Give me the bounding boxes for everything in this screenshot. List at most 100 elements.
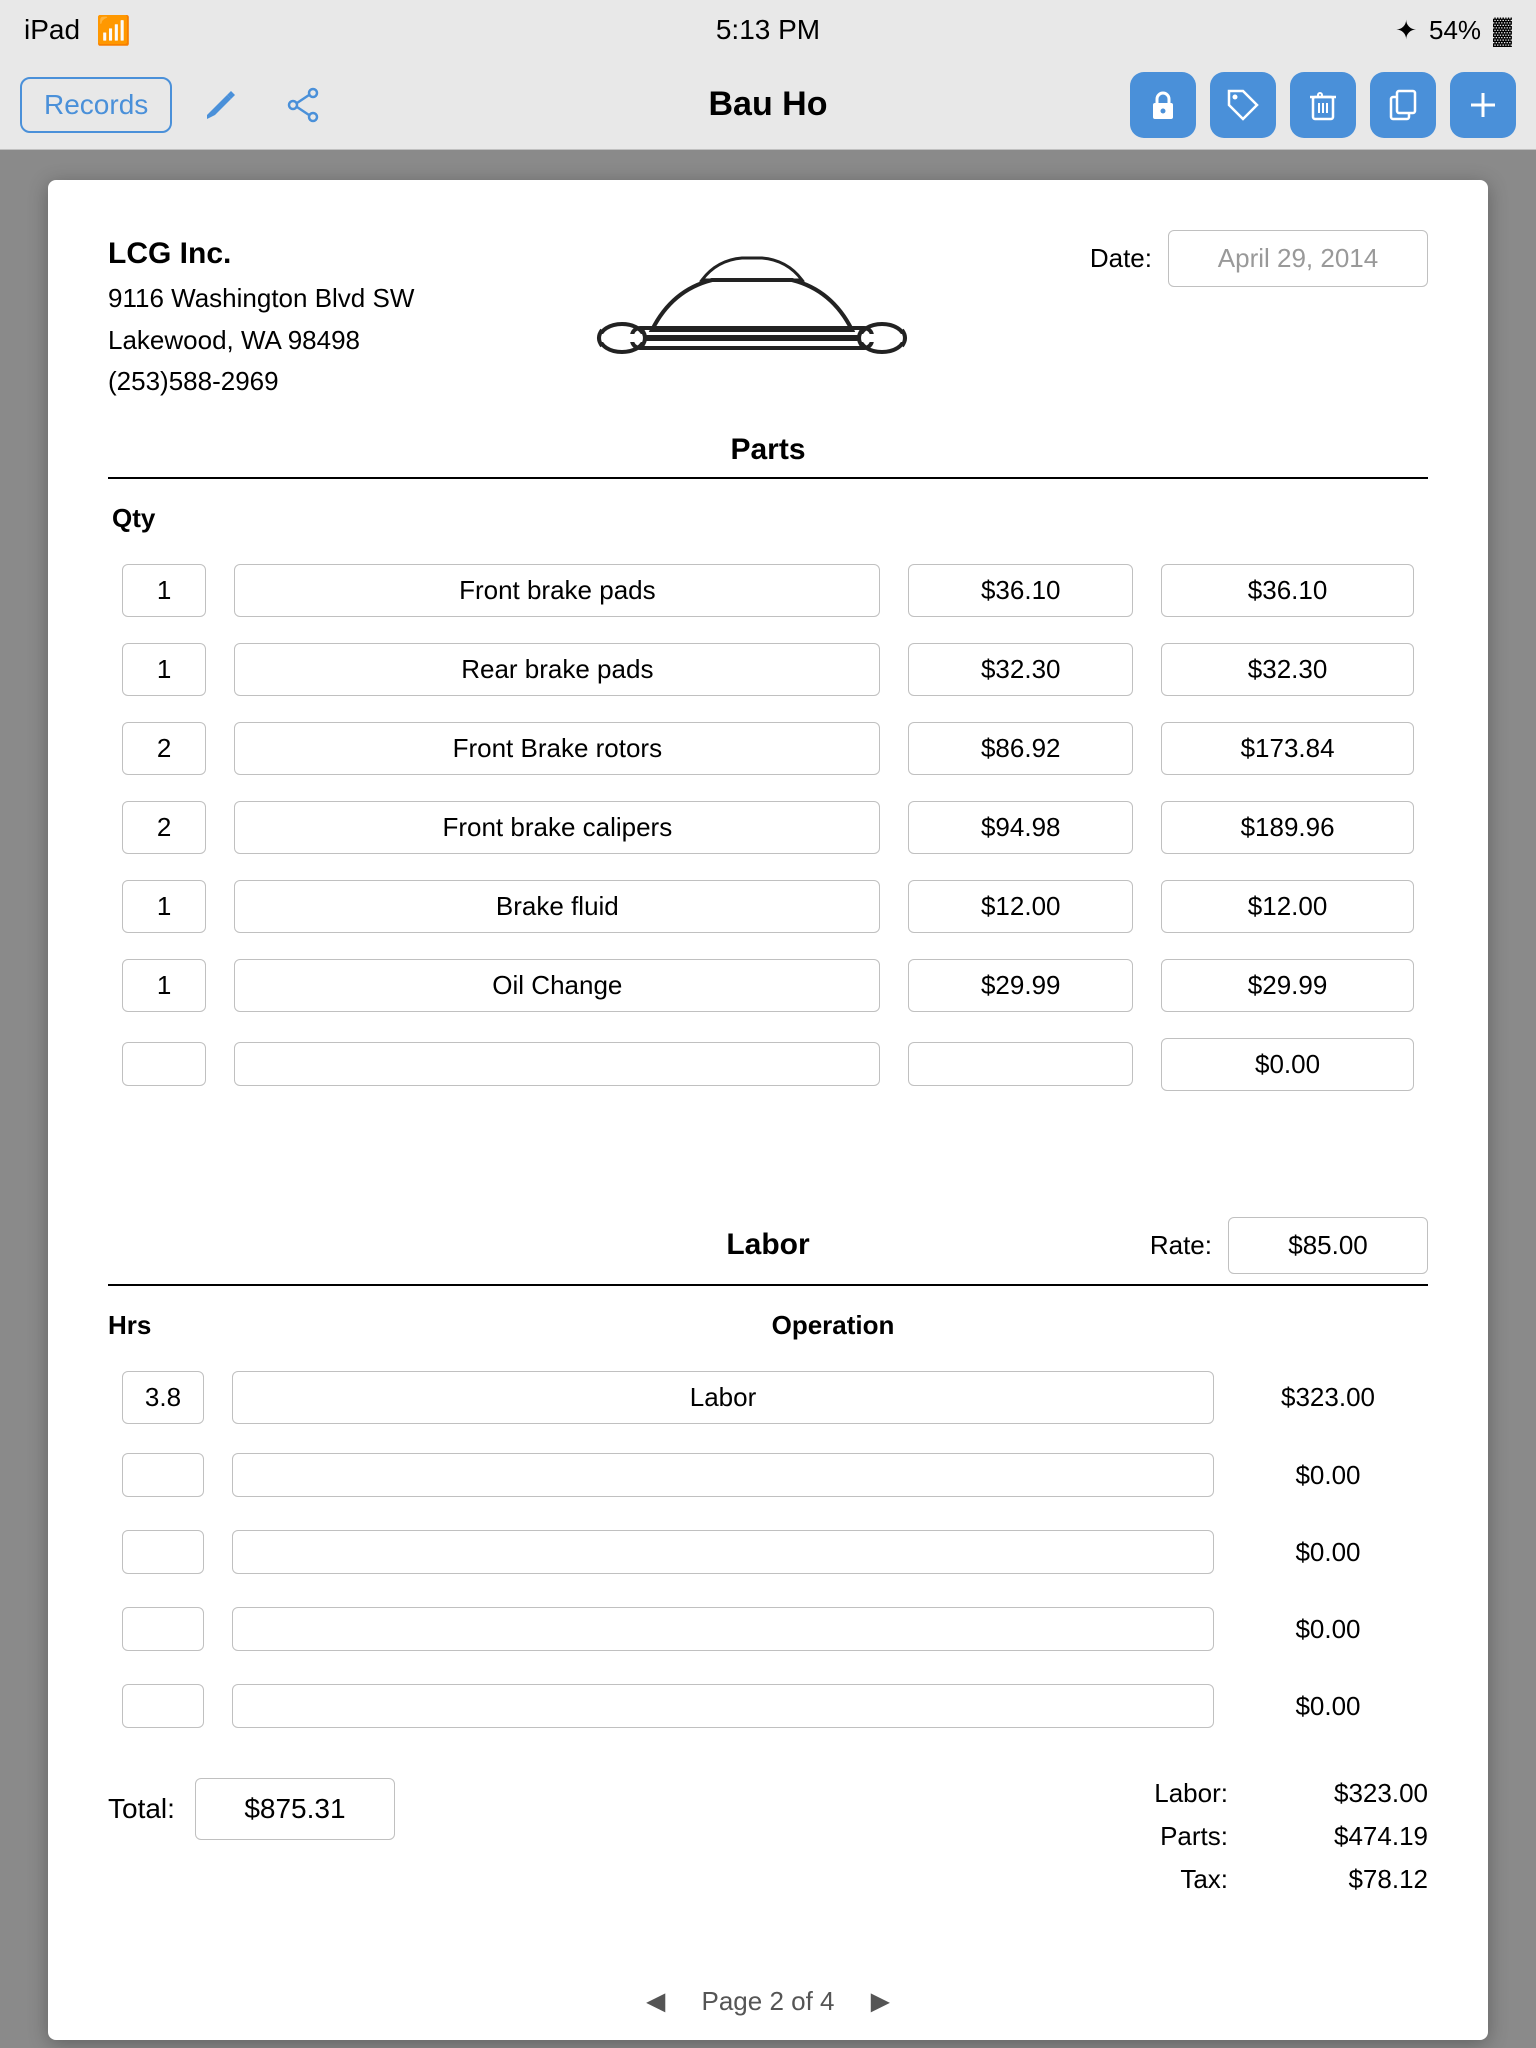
edit-button[interactable] xyxy=(188,72,254,138)
labor-row: $0.00 xyxy=(108,1594,1428,1665)
summary-right: Labor: $323.00 Parts: $474.19 Tax: $78.1… xyxy=(1108,1778,1428,1895)
parts-total-2[interactable]: $173.84 xyxy=(1147,712,1428,785)
car-logo xyxy=(414,230,1089,390)
parts-desc-4[interactable]: Brake fluid xyxy=(220,870,894,943)
page-indicator: Page 2 of 4 xyxy=(702,1986,835,2017)
parts-qty-3[interactable]: 2 xyxy=(108,791,220,864)
rate-value[interactable]: $85.00 xyxy=(1228,1217,1428,1274)
parts-row: 1 Front brake pads $36.10 $36.10 xyxy=(108,554,1428,627)
pencil-icon xyxy=(203,87,239,123)
document: LCG Inc. 9116 Washington Blvd SW Lakewoo… xyxy=(48,180,1488,2040)
parts-total-3[interactable]: $189.96 xyxy=(1147,791,1428,864)
battery-label: 54% xyxy=(1429,15,1481,46)
company-name: LCG Inc. xyxy=(108,230,414,278)
records-button[interactable]: Records xyxy=(20,77,172,133)
labor-hrs-2[interactable] xyxy=(108,1517,218,1588)
parts-qty-4[interactable]: 1 xyxy=(108,870,220,943)
lock-button[interactable] xyxy=(1130,72,1196,138)
parts-divider xyxy=(108,477,1428,479)
labor-hrs-3[interactable] xyxy=(108,1594,218,1665)
share-button[interactable] xyxy=(270,72,336,138)
parts-price-1[interactable]: $32.30 xyxy=(894,633,1147,706)
total-label: Total: xyxy=(108,1793,175,1825)
add-button[interactable] xyxy=(1450,72,1516,138)
device-label: iPad xyxy=(24,14,80,46)
parts-qty-2[interactable]: 2 xyxy=(108,712,220,785)
labor-row: 3.8 Labor $323.00 xyxy=(108,1361,1428,1434)
parts-desc-5[interactable]: Oil Change xyxy=(220,949,894,1022)
labor-hrs-4[interactable] xyxy=(108,1671,218,1742)
next-page-arrow[interactable]: ► xyxy=(865,1983,897,2020)
doc-header: LCG Inc. 9116 Washington Blvd SW Lakewoo… xyxy=(108,230,1428,403)
parts-summary-row: Parts: $474.19 xyxy=(1108,1821,1428,1852)
parts-total-1[interactable]: $32.30 xyxy=(1147,633,1428,706)
parts-table: 1 Front brake pads $36.10 $36.10 1 Rear … xyxy=(108,548,1428,1107)
delete-button[interactable] xyxy=(1290,72,1356,138)
company-address1: 9116 Washington Blvd SW xyxy=(108,278,414,320)
labor-op-1[interactable] xyxy=(218,1440,1228,1511)
status-left: iPad 📶 xyxy=(24,14,131,47)
parts-total-0[interactable]: $36.10 xyxy=(1147,554,1428,627)
parts-section-title: Parts xyxy=(108,433,1428,467)
nav-title: Bau Ho xyxy=(709,85,828,124)
plus-icon xyxy=(1465,87,1501,123)
parts-price-4[interactable]: $12.00 xyxy=(894,870,1147,943)
company-address2: Lakewood, WA 98498 xyxy=(108,320,414,362)
labor-hrs-0[interactable]: 3.8 xyxy=(108,1361,218,1434)
labor-op-2[interactable] xyxy=(218,1517,1228,1588)
prev-page-arrow[interactable]: ◄ xyxy=(640,1983,672,2020)
parts-desc-3[interactable]: Front brake calipers xyxy=(220,791,894,864)
parts-row: 1 Rear brake pads $32.30 $32.30 xyxy=(108,633,1428,706)
parts-desc-6[interactable] xyxy=(220,1028,894,1101)
parts-price-5[interactable]: $29.99 xyxy=(894,949,1147,1022)
date-value[interactable]: April 29, 2014 xyxy=(1168,230,1428,287)
status-time: 5:13 PM xyxy=(716,14,820,46)
labor-row: $0.00 xyxy=(108,1440,1428,1511)
parts-price-2[interactable]: $86.92 xyxy=(894,712,1147,785)
parts-desc-2[interactable]: Front Brake rotors xyxy=(220,712,894,785)
parts-qty-6[interactable] xyxy=(108,1028,220,1101)
copy-icon xyxy=(1385,87,1421,123)
parts-desc-0[interactable]: Front brake pads xyxy=(220,554,894,627)
labor-op-3[interactable] xyxy=(218,1594,1228,1665)
nav-right xyxy=(1130,72,1516,138)
operation-header: Operation xyxy=(238,1310,1428,1341)
labor-total-3: $0.00 xyxy=(1228,1594,1428,1665)
tax-summary-value: $78.12 xyxy=(1248,1864,1428,1895)
total-value[interactable]: $875.31 xyxy=(195,1778,395,1840)
parts-total-4[interactable]: $12.00 xyxy=(1147,870,1428,943)
parts-qty-5[interactable]: 1 xyxy=(108,949,220,1022)
qty-header: Qty xyxy=(108,503,1428,534)
labor-summary-value: $323.00 xyxy=(1248,1778,1428,1809)
share-icon xyxy=(285,87,321,123)
labor-header-row: Labor Rate: $85.00 xyxy=(108,1217,1428,1274)
parts-desc-1[interactable]: Rear brake pads xyxy=(220,633,894,706)
parts-total-6[interactable]: $0.00 xyxy=(1147,1028,1428,1101)
company-info: LCG Inc. 9116 Washington Blvd SW Lakewoo… xyxy=(108,230,414,403)
copy-button[interactable] xyxy=(1370,72,1436,138)
summary-section: Total: $875.31 Labor: $323.00 Parts: $47… xyxy=(108,1778,1428,1895)
parts-row: $0.00 xyxy=(108,1028,1428,1101)
labor-total-0: $323.00 xyxy=(1228,1361,1428,1434)
tag-button[interactable] xyxy=(1210,72,1276,138)
parts-price-0[interactable]: $36.10 xyxy=(894,554,1147,627)
labor-row: $0.00 xyxy=(108,1671,1428,1742)
labor-hrs-1[interactable] xyxy=(108,1440,218,1511)
tag-icon xyxy=(1225,87,1261,123)
parts-row: 1 Brake fluid $12.00 $12.00 xyxy=(108,870,1428,943)
labor-total-4: $0.00 xyxy=(1228,1671,1428,1742)
hrs-header: Hrs xyxy=(108,1310,218,1341)
parts-price-3[interactable]: $94.98 xyxy=(894,791,1147,864)
labor-op-0[interactable]: Labor xyxy=(218,1361,1228,1434)
parts-price-6[interactable] xyxy=(894,1028,1147,1101)
labor-op-4[interactable] xyxy=(218,1671,1228,1742)
parts-row: 2 Front brake calipers $94.98 $189.96 xyxy=(108,791,1428,864)
labor-col-headers: Hrs Operation xyxy=(108,1310,1428,1341)
nav-left: Records xyxy=(20,72,336,138)
trash-icon xyxy=(1305,87,1341,123)
parts-total-5[interactable]: $29.99 xyxy=(1147,949,1428,1022)
lock-icon xyxy=(1145,87,1181,123)
parts-qty-1[interactable]: 1 xyxy=(108,633,220,706)
status-right: ✦ 54% ▓ xyxy=(1395,15,1512,46)
parts-qty-0[interactable]: 1 xyxy=(108,554,220,627)
